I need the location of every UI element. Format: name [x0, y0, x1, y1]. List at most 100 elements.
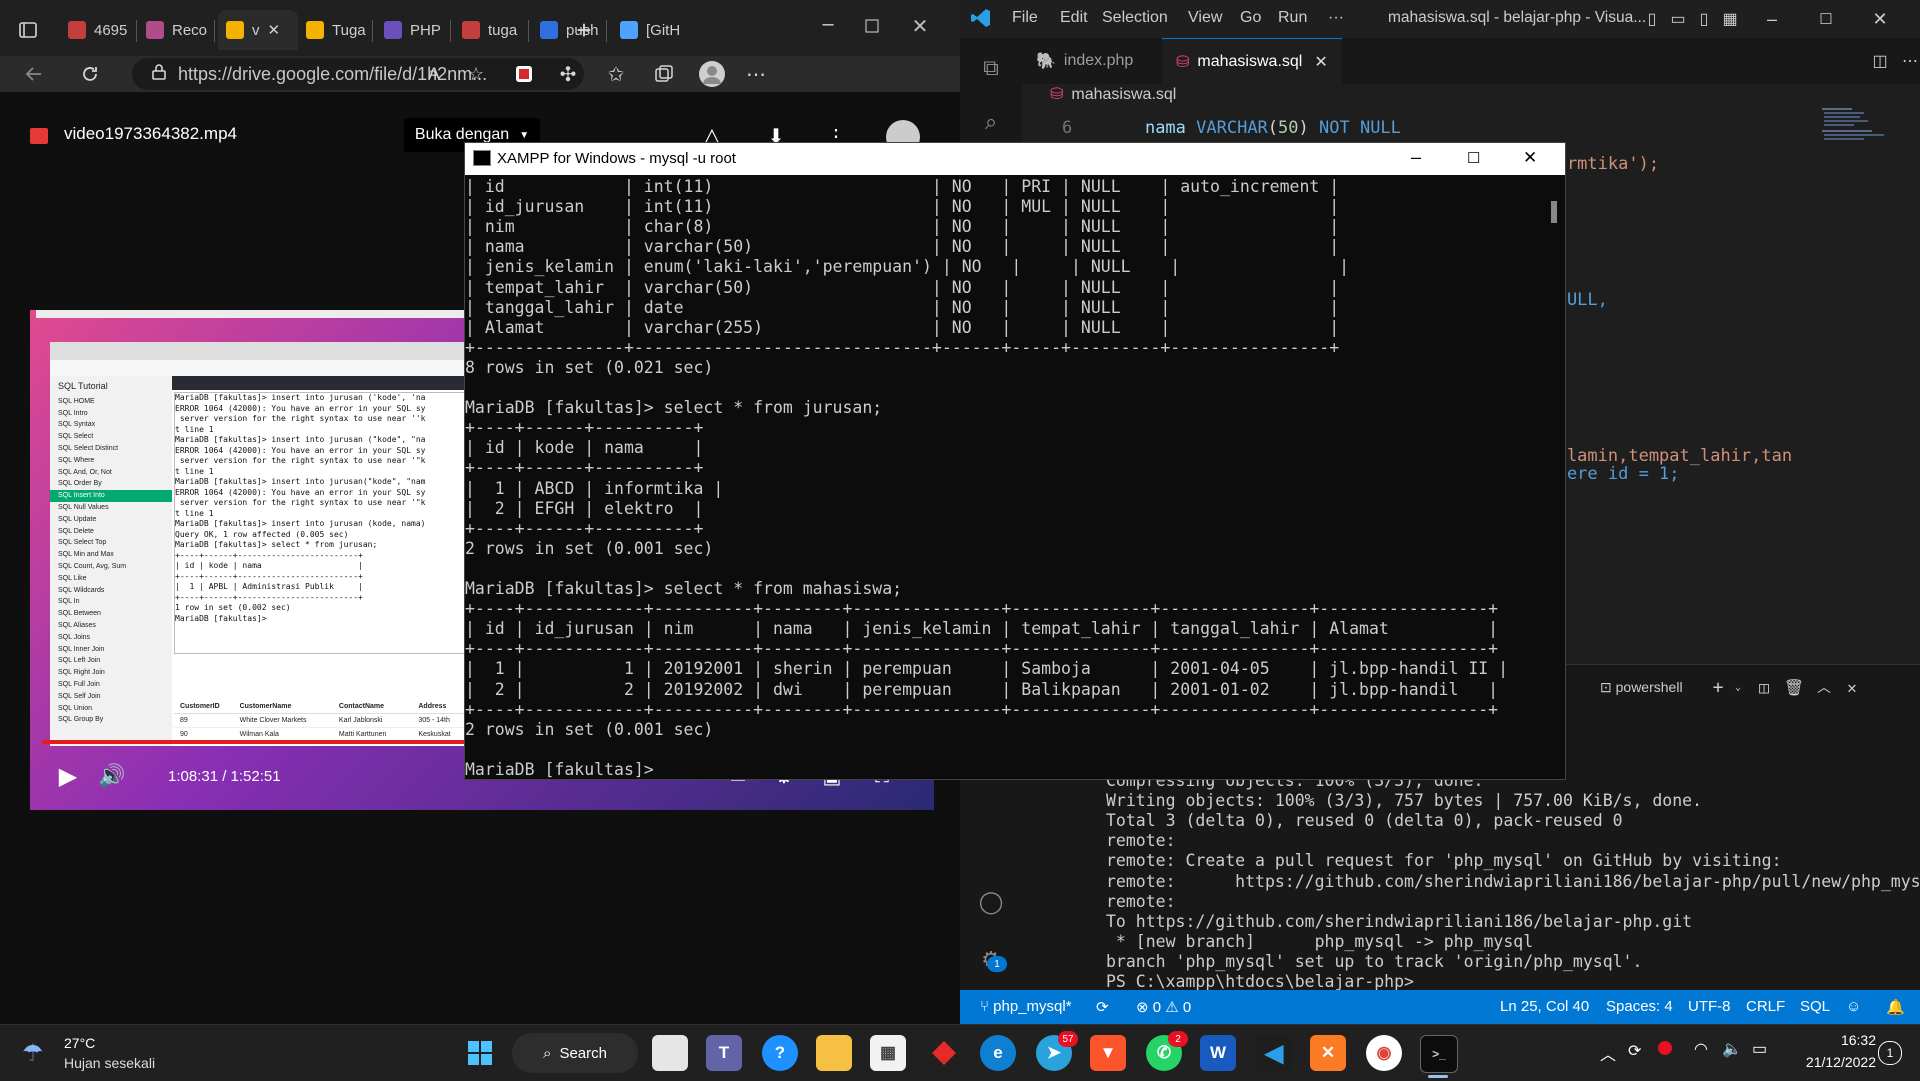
clock[interactable]: 16:32 21/12/2022 [1786, 1029, 1876, 1073]
volume-icon[interactable]: 🔊 [96, 760, 128, 792]
vs-close-icon[interactable]: ✕ [1864, 3, 1896, 35]
wifi-icon[interactable]: ◠ [1694, 1039, 1708, 1059]
xampp-icon[interactable]: ✕ [1310, 1035, 1346, 1071]
sync-tray-icon[interactable]: ⟳ [1628, 1041, 1641, 1061]
favorites-icon[interactable]: ✩ [600, 58, 632, 90]
read-aloud-icon[interactable]: A [418, 58, 450, 90]
brave-icon[interactable]: ▼ [1090, 1035, 1126, 1071]
line-ending[interactable]: CRLF [1746, 998, 1785, 1015]
browser-tab[interactable]: Tuga [298, 14, 376, 46]
show-hidden-icons[interactable]: ︿ [1600, 1041, 1616, 1065]
battery-icon[interactable]: ▭ [1752, 1039, 1767, 1059]
word-icon[interactable]: W [1200, 1035, 1236, 1071]
menu-item[interactable]: View [1188, 9, 1222, 27]
close-tab-icon[interactable]: ✕ [1314, 52, 1327, 72]
tab-mahasiswa-sql[interactable]: ⛁ mahasiswa.sql ✕ [1162, 38, 1342, 85]
browser-tab[interactable]: [GitH [612, 14, 680, 46]
search-icon[interactable]: ⌕ [975, 106, 1007, 138]
app-red-icon[interactable] [926, 1035, 962, 1071]
control-panel-icon[interactable]: ? [762, 1035, 798, 1071]
split-editor-icon[interactable]: ◫ [1864, 45, 1896, 77]
notifications-icon[interactable]: 🔔 [1886, 998, 1905, 1016]
play-icon[interactable]: ▶ [52, 760, 84, 792]
xampp-maximize-icon[interactable]: ☐ [1467, 149, 1480, 167]
file-explorer-icon[interactable] [816, 1035, 852, 1071]
vs-minimize-icon[interactable]: – [1756, 3, 1788, 35]
kill-terminal-icon[interactable]: 🗑 [1778, 671, 1810, 703]
edge-icon[interactable]: e [980, 1035, 1016, 1071]
minimap[interactable] [1820, 106, 1904, 166]
telegram-icon[interactable]: ➤ 57 [1036, 1031, 1078, 1071]
menu-item[interactable]: ··· [1328, 9, 1344, 27]
menu-item[interactable]: Go [1240, 9, 1261, 27]
xampp-mysql-terminal-window[interactable]: XAMPP for Windows - mysql -u root – ☐ ✕ … [464, 142, 1566, 780]
collections-icon[interactable] [648, 58, 680, 90]
problems-indicator[interactable]: ⊗ 0 ⚠ 0 [1136, 998, 1191, 1016]
manage-gear-icon[interactable]: ⚙1 [975, 944, 1007, 976]
tray-red-icon[interactable] [1658, 1041, 1672, 1055]
vscode-icon[interactable]: ◀ [1256, 1035, 1292, 1071]
editor-more-icon[interactable]: ⋯ [1894, 45, 1920, 77]
menu-item[interactable]: File [1012, 9, 1038, 27]
menu-item[interactable]: Run [1278, 9, 1307, 27]
refresh-icon[interactable] [74, 58, 106, 90]
new-tab-icon[interactable]: + [568, 14, 600, 46]
explorer-icon[interactable]: ⧉ [975, 52, 1007, 84]
minimize-icon[interactable]: – [812, 8, 844, 40]
browser-tab[interactable]: PHP [376, 14, 454, 46]
xampp-terminal-output[interactable]: | id | int(11) | NO | PRI | NULL | auto_… [465, 175, 1545, 779]
terminal-line: | Alamat | varchar(255) | NO | | NULL | … [465, 317, 1340, 337]
split-terminal-icon[interactable]: ◫ [1748, 671, 1780, 703]
notification-center[interactable]: 1 [1878, 1041, 1902, 1065]
menu-item[interactable]: Edit [1060, 9, 1088, 27]
branch-indicator[interactable]: ⑂ php_mysql* [980, 998, 1072, 1015]
extension-red-icon[interactable] [508, 58, 540, 90]
search-label: Search [559, 1044, 607, 1062]
microsoft-store-icon[interactable]: ▦ [870, 1035, 906, 1071]
telegram-badge: 57 [1058, 1031, 1078, 1047]
terminal-icon[interactable]: >_ [1420, 1035, 1458, 1073]
browser-tab[interactable]: Reco [138, 14, 218, 46]
feedback-icon[interactable]: ☺ [1846, 998, 1861, 1015]
browser-tab[interactable]: v ✕ [218, 10, 298, 50]
task-view-icon[interactable] [652, 1035, 688, 1071]
teams-icon[interactable]: T [706, 1035, 742, 1071]
indentation[interactable]: Spaces: 4 [1606, 998, 1673, 1015]
windows-start-icon[interactable] [462, 1035, 498, 1071]
maximize-icon[interactable] [856, 10, 888, 42]
close-tab-icon[interactable]: ✕ [268, 21, 281, 39]
breadcrumb[interactable]: ⛁ mahasiswa.sql [1050, 84, 1176, 104]
encoding[interactable]: UTF-8 [1688, 998, 1731, 1015]
customize-layout-icon[interactable]: ▦ [1714, 3, 1746, 35]
whatsapp-icon[interactable]: ✆ 2 [1146, 1031, 1188, 1071]
tab-actions-icon[interactable] [12, 14, 44, 46]
weather-widget[interactable]: ☂ 27°C Hujan sesekali [22, 1035, 182, 1075]
pdf-icon [462, 21, 480, 39]
video-terminal-line: | id | kode | nama | [175, 561, 363, 570]
chrome-icon[interactable]: ◉ [1366, 1035, 1402, 1071]
vs-maximize-icon[interactable]: ☐ [1810, 3, 1842, 35]
profile-avatar[interactable] [696, 58, 728, 90]
tab-index-php[interactable]: 🐘 index.php [1022, 38, 1147, 84]
xampp-minimize-icon[interactable]: – [1411, 147, 1421, 168]
close-panel-icon[interactable]: ✕ [1836, 671, 1868, 703]
sync-icon[interactable]: ⟳ [1096, 998, 1109, 1016]
terminal-line: MariaDB [fakultas]> select * from jurusa… [465, 398, 883, 418]
more-menu-icon[interactable]: ⋯ [740, 58, 772, 90]
menu-item[interactable]: Selection [1102, 9, 1168, 27]
extensions-icon[interactable]: ✣ [552, 58, 584, 90]
accounts-icon[interactable]: ◯ [975, 886, 1007, 918]
add-favorite-icon[interactable]: ☆ [460, 58, 492, 90]
browser-tab[interactable]: 4695 [60, 14, 140, 46]
xampp-scrollbar[interactable] [1551, 201, 1557, 223]
volume-icon[interactable]: 🔈 [1722, 1039, 1742, 1059]
video-sidebar-item: SQL Select Top [58, 539, 107, 547]
back-icon[interactable] [18, 58, 50, 90]
cursor-position[interactable]: Ln 25, Col 40 [1500, 998, 1589, 1015]
language-mode[interactable]: SQL [1800, 998, 1830, 1015]
browser-tab[interactable]: tuga [454, 14, 532, 46]
powershell-terminal-tab[interactable]: ⊡ powershell [1600, 679, 1683, 696]
taskbar-search-button[interactable]: ⌕ Search [512, 1033, 638, 1073]
close-window-icon[interactable]: ✕ [904, 10, 936, 42]
xampp-close-icon[interactable]: ✕ [1523, 148, 1537, 168]
